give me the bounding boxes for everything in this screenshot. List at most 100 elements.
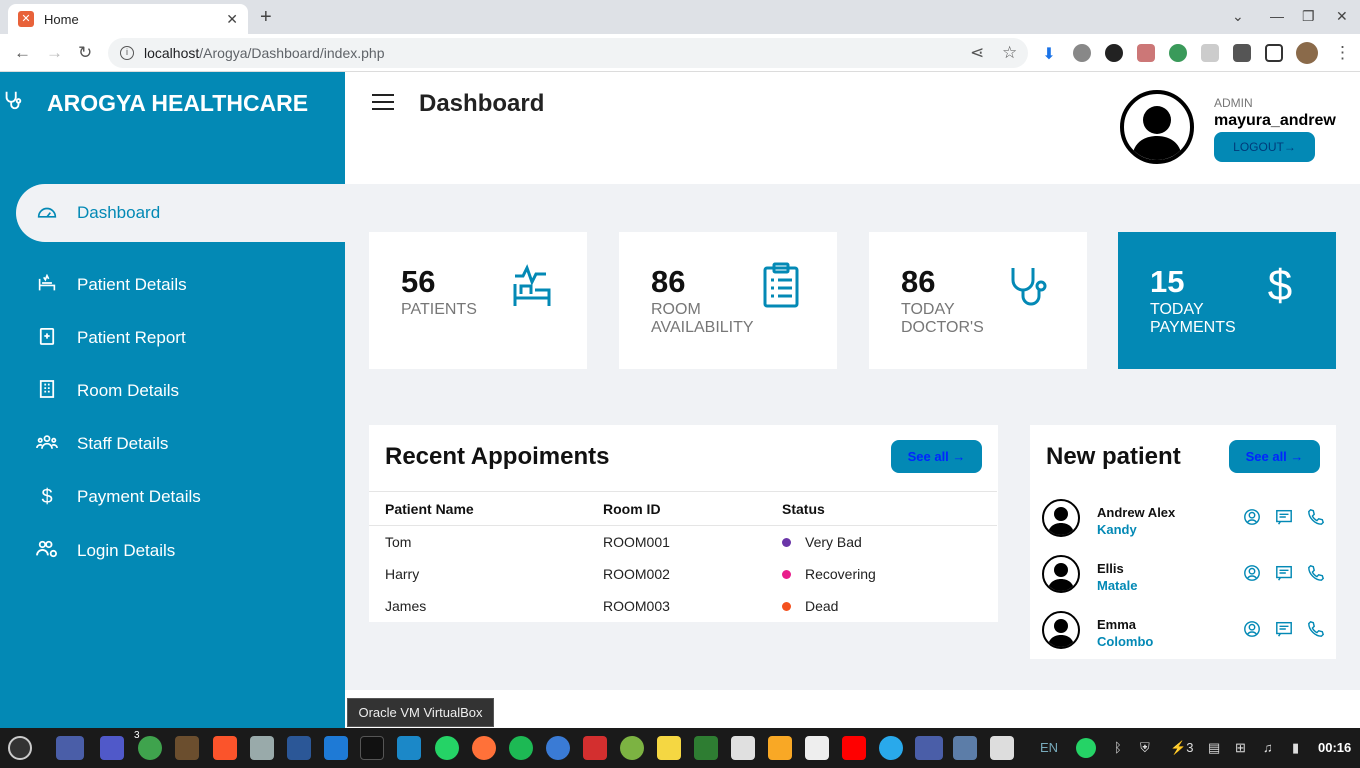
close-tab-icon[interactable]: ✕ — [226, 11, 238, 28]
sidebar-item-patient-report[interactable]: Patient Report — [16, 309, 345, 367]
browser-tab[interactable]: ✕ Home ✕ — [8, 4, 248, 34]
new-tab-icon[interactable]: + — [260, 6, 272, 29]
bluetooth-icon[interactable]: ᛒ — [1114, 740, 1122, 755]
logout-button[interactable]: LOGOUT→ — [1214, 132, 1315, 162]
document-icon[interactable] — [731, 736, 755, 760]
monitor-icon[interactable] — [397, 736, 421, 760]
sidebar-item-patient-details[interactable]: Patient Details — [16, 256, 345, 314]
chrome-icon[interactable] — [138, 736, 162, 760]
sidebar-item-label: Staff Details — [77, 434, 169, 453]
firefox-icon[interactable] — [472, 736, 496, 760]
reload-icon[interactable]: ↻ — [78, 43, 92, 63]
stat-card-room-availability: 86 ROOM AVAILABILITY — [619, 232, 837, 369]
file-icon[interactable] — [805, 736, 829, 760]
sidepanel-icon[interactable] — [1265, 44, 1283, 62]
phone-icon[interactable] — [1307, 508, 1325, 526]
filezilla-icon[interactable] — [583, 736, 607, 760]
minimize-icon[interactable]: — — [1270, 8, 1284, 24]
room-id-cell: ROOM001 — [603, 533, 670, 550]
close-window-icon[interactable]: ✕ — [1336, 8, 1348, 25]
profile-icon[interactable] — [1243, 620, 1261, 638]
extension-icon[interactable] — [1105, 44, 1123, 62]
sidebar-item-payment-details[interactable]: $ Payment Details — [16, 468, 345, 526]
sound-icon[interactable]: ♫ — [1263, 740, 1273, 755]
profile-icon[interactable] — [1243, 508, 1261, 526]
message-icon[interactable] — [1275, 620, 1293, 638]
calculator-icon[interactable] — [620, 736, 644, 760]
address-bar-row: ← → ↻ i localhost/Arogya/Dashboard/index… — [0, 34, 1360, 72]
patient-name-cell: Tom — [385, 533, 412, 550]
stat-label: PATIENTS — [401, 301, 477, 318]
download-icon[interactable]: ⬇ — [1040, 44, 1058, 63]
stethoscope-icon — [2, 89, 26, 117]
phone-icon[interactable] — [1307, 620, 1325, 638]
message-icon[interactable] — [1275, 508, 1293, 526]
app-s-icon[interactable] — [175, 736, 199, 760]
clock[interactable]: 00:16 — [1318, 740, 1351, 755]
extension-icon[interactable] — [1201, 44, 1219, 62]
status-dot — [782, 537, 791, 547]
layers-icon[interactable] — [694, 736, 718, 760]
see-all-patients-button[interactable]: See all → — [1229, 440, 1320, 473]
restore-icon[interactable]: ❐ — [1302, 8, 1315, 25]
menu-kebab-icon[interactable]: ⋮ — [1334, 43, 1351, 63]
network-icon[interactable]: ⚡3 — [1170, 740, 1193, 756]
files-icon[interactable] — [56, 736, 84, 760]
spotify-icon[interactable] — [509, 736, 533, 760]
mint-menu-icon[interactable] — [8, 736, 32, 760]
shield-icon[interactable]: ⛨ — [1140, 740, 1150, 756]
bookmark-star-icon[interactable]: ☆ — [1002, 43, 1017, 63]
whatsapp-tray-icon[interactable] — [1076, 738, 1096, 758]
table-row: Tom ROOM001 Very Bad — [369, 526, 997, 558]
puzzle-icon[interactable] — [1233, 44, 1251, 62]
site-info-icon[interactable]: i — [120, 46, 134, 60]
teams-icon[interactable] — [100, 736, 124, 760]
patient-city: Matale — [1097, 578, 1138, 593]
extension-icon[interactable] — [1137, 44, 1155, 62]
keyboard-layout[interactable]: EN — [1040, 740, 1058, 755]
share-icon[interactable]: ⋖ — [970, 43, 984, 63]
phone-icon[interactable] — [1307, 564, 1325, 582]
user-role: ADMIN — [1214, 96, 1253, 110]
extension-icon[interactable] — [1073, 44, 1091, 62]
url-text[interactable]: localhost/Arogya/Dashboard/index.php — [144, 45, 385, 61]
message-icon[interactable] — [1275, 564, 1293, 582]
os-taskbar: 3 EN ᛒ ⛨ ⚡3 ▤ ⊞ ♫ ▮ 00:16 — [0, 728, 1360, 768]
terminal-icon[interactable] — [360, 736, 384, 760]
forward-icon[interactable]: → — [46, 43, 63, 63]
whatsapp-icon[interactable] — [435, 736, 459, 760]
tab-search-icon[interactable]: ⌄ — [1232, 8, 1244, 25]
patient-name: Ellis — [1097, 561, 1124, 576]
youtube-icon[interactable] — [842, 736, 866, 760]
battery-icon[interactable]: ▮ — [1292, 740, 1299, 756]
hamburger-menu-icon[interactable] — [372, 94, 394, 112]
notes-icon[interactable] — [657, 736, 681, 760]
brand-name: AROGYA HEALTHCARE — [47, 89, 309, 116]
sidebar-item-login-details[interactable]: Login Details — [16, 522, 345, 580]
vscode-icon[interactable] — [324, 736, 348, 760]
extension-icon[interactable] — [1169, 44, 1187, 62]
folder-icon[interactable] — [915, 736, 943, 760]
profile-icon[interactable] — [1243, 564, 1261, 582]
brave-icon[interactable] — [213, 736, 237, 760]
settings-icon[interactable] — [990, 736, 1014, 760]
text-editor-icon[interactable] — [287, 736, 311, 760]
profile-avatar[interactable] — [1296, 42, 1318, 64]
sidebar-item-dashboard[interactable]: Dashboard — [16, 184, 345, 242]
see-all-appointments-button[interactable]: See all → — [891, 440, 982, 473]
maps-icon[interactable] — [546, 736, 570, 760]
back-icon[interactable]: ← — [14, 43, 31, 63]
sidebar-item-room-details[interactable]: Room Details — [16, 362, 345, 420]
sidebar-item-staff-details[interactable]: Staff Details — [16, 415, 345, 473]
browser-chrome: ✕ Home ✕ + ⌄ — ❐ ✕ ← → ↻ i localhost/Aro… — [0, 0, 1360, 72]
app-icon[interactable] — [250, 736, 274, 760]
telegram-icon[interactable] — [879, 736, 903, 760]
clipboard-tray-icon[interactable]: ▤ — [1208, 740, 1220, 756]
column-header: Patient Name — [369, 491, 587, 526]
camera-icon[interactable] — [953, 736, 977, 760]
url-bar[interactable]: i localhost/Arogya/Dashboard/index.php — [108, 38, 1028, 68]
panel-title: New patient — [1046, 443, 1181, 470]
app-icon[interactable] — [768, 736, 792, 760]
stethoscope-icon — [1009, 262, 1053, 310]
network-tree-icon[interactable]: ⊞ — [1235, 740, 1246, 756]
